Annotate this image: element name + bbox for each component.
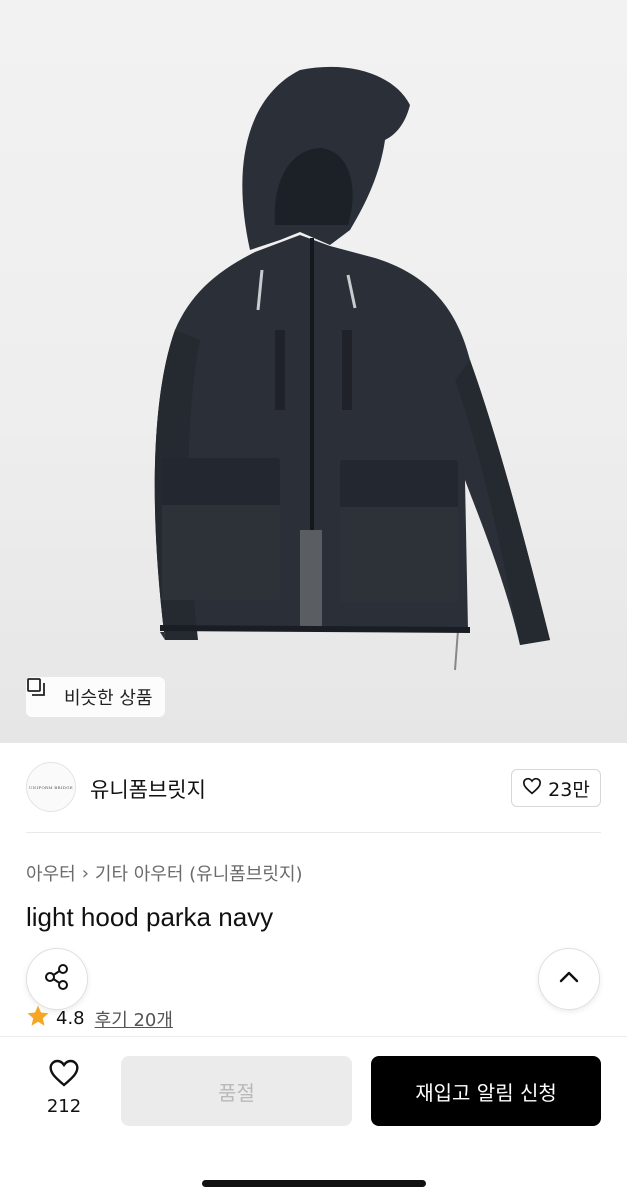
brand-logo-text: UNIFORM BRIDGE (29, 784, 73, 790)
product-image[interactable]: 비슷한 상품 (0, 0, 627, 743)
restock-alert-button[interactable]: 재입고 알림 신청 (371, 1056, 601, 1126)
heart-icon (522, 777, 542, 800)
similar-products-label: 비슷한 상품 (64, 688, 153, 709)
breadcrumb-item-other-outer[interactable]: 기타 아우터 (유니폼브릿지) (95, 860, 303, 886)
similar-products-button[interactable]: 비슷한 상품 (26, 677, 165, 717)
divider (26, 832, 601, 833)
brand-name[interactable]: 유니폼브릿지 (90, 774, 206, 804)
product-title: light hood parka navy (26, 902, 274, 932)
rating-row: 4.8 후기 20개 (26, 1004, 173, 1033)
brand-logo[interactable]: UNIFORM BRIDGE (26, 762, 76, 812)
star-icon (26, 1004, 50, 1033)
wishlist-button[interactable]: 212 (30, 1058, 98, 1124)
soldout-button: 품절 (121, 1056, 352, 1126)
review-link[interactable]: 후기 20개 (95, 1006, 173, 1032)
brand-like-count: 23만 (548, 778, 590, 801)
rating-value: 4.8 (56, 1008, 85, 1029)
jacket-illustration (154, 66, 550, 671)
chevron-up-icon (556, 964, 582, 994)
scroll-to-top-button[interactable] (538, 948, 600, 1010)
share-icon (42, 962, 72, 996)
chevron-right-icon: › (81, 862, 89, 884)
breadcrumb: 아우터 › 기타 아우터 (유니폼브릿지) (26, 860, 303, 886)
breadcrumb-item-outer[interactable]: 아우터 (26, 860, 76, 886)
home-indicator (202, 1180, 426, 1187)
similar-items-icon (27, 678, 58, 707)
share-button[interactable] (26, 948, 88, 1010)
brand-like-button[interactable]: 23만 (511, 769, 601, 807)
wishlist-count: 212 (46, 1096, 82, 1117)
heart-icon (48, 1058, 80, 1092)
brand-row[interactable]: UNIFORM BRIDGE 유니폼브릿지 23만 (26, 762, 601, 814)
